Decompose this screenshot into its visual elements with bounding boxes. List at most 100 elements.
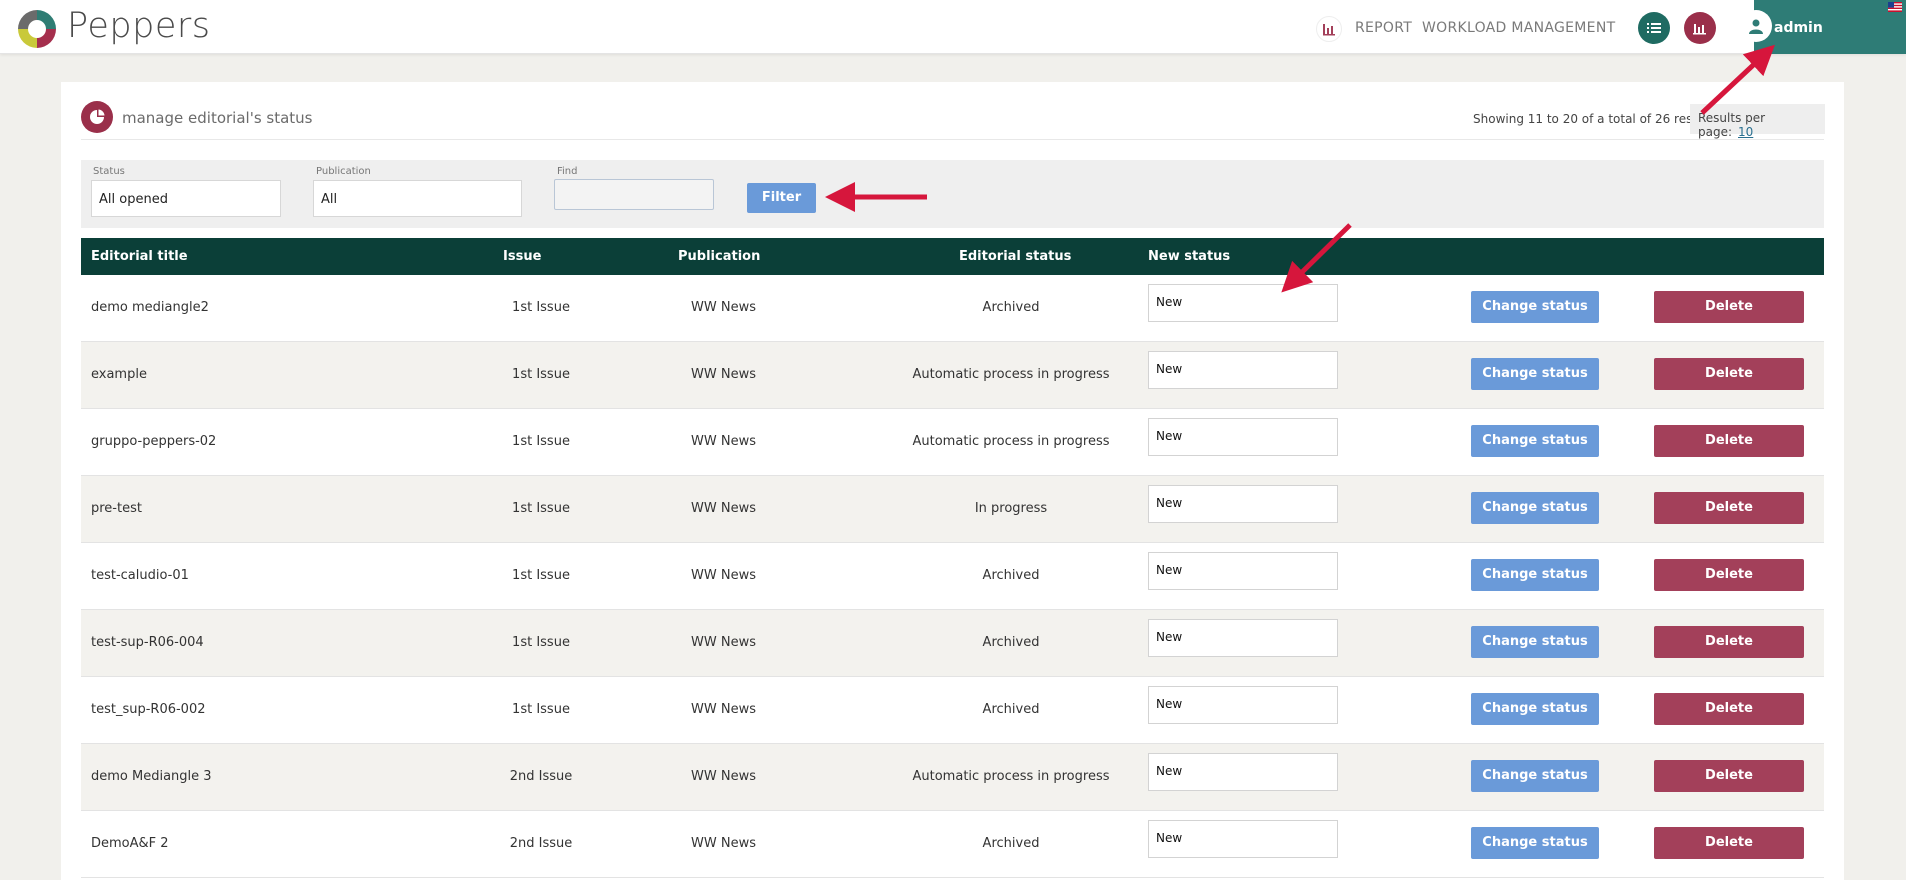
new-status-select[interactable]: New [1148,619,1338,657]
results-summary: Showing 11 to 20 of a total of 26 result… [1473,112,1715,126]
table-row: example 1st Issue WW News Automatic proc… [81,342,1824,409]
editorial-status-cell: Automatic process in progress [912,434,1110,449]
table-row: test-sup-R06-004 1st Issue WW News Archi… [81,610,1824,677]
editorial-status-cell: Automatic process in progress [912,367,1110,382]
editorial-title-cell: DemoA&F 2 [91,836,169,851]
col-issue: Issue [503,249,542,264]
new-status-select[interactable]: New [1148,485,1338,523]
change-status-button[interactable]: Change status [1471,425,1599,457]
table-row: demo Mediangle 3 2nd Issue WW News Autom… [81,744,1824,811]
table-row: pre-test 1st Issue WW News In progress N… [81,476,1824,543]
editorial-status-cell: In progress [974,501,1048,516]
header-divider [81,139,1824,140]
filter-button[interactable]: Filter [747,183,816,213]
results-per-page: Results per page: 10 [1690,104,1825,139]
editorial-status-cell: Automatic process in progress [912,769,1110,784]
change-status-button[interactable]: Change status [1471,559,1599,591]
change-status-button[interactable]: Change status [1471,626,1599,658]
publication-cell: WW News [691,501,756,516]
new-status-select[interactable]: New [1148,552,1338,590]
issue-cell: 1st Issue [512,635,570,650]
publication-cell: WW News [691,434,756,449]
col-editorial-title: Editorial title [91,249,188,264]
new-status-select[interactable]: New [1148,351,1338,389]
issue-cell: 1st Issue [512,702,570,717]
publication-cell: WW News [691,836,756,851]
delete-button[interactable]: Delete [1654,693,1804,725]
user-name: admin [1774,20,1823,36]
editorial-status-cell: Archived [982,836,1040,851]
page-title: manage editorial's status [122,109,313,127]
issue-cell: 1st Issue [512,367,570,382]
delete-button[interactable]: Delete [1654,626,1804,658]
delete-button[interactable]: Delete [1654,492,1804,524]
delete-button[interactable]: Delete [1654,358,1804,390]
publication-cell: WW News [691,635,756,650]
table-header: Editorial title Issue Publication Editor… [81,238,1824,275]
publication-cell: WW News [691,568,756,583]
editorial-title-cell: test-caludio-01 [91,568,189,583]
issue-cell: 1st Issue [512,300,570,315]
col-publication: Publication [678,249,761,264]
issue-cell: 2nd Issue [509,836,573,851]
table-row: test-caludio-01 1st Issue WW News Archiv… [81,543,1824,610]
nav-report-link[interactable]: REPORT [1355,20,1412,36]
new-status-select[interactable]: New [1148,753,1338,791]
col-editorial-status: Editorial status [959,249,1072,264]
chart-view-button[interactable] [1684,12,1716,44]
publication-cell: WW News [691,769,756,784]
editorial-status-cell: Archived [982,300,1040,315]
results-per-page-value-link[interactable]: 10 [1738,125,1753,139]
status-filter-label: Status [93,166,125,177]
editorial-title-cell: example [91,367,147,382]
find-label: Find [557,166,578,177]
delete-button[interactable]: Delete [1654,291,1804,323]
top-header: Peppers REPORT WORKLOAD MANAGEMENT admin [0,0,1906,54]
editorial-title-cell: test-sup-R06-004 [91,635,204,650]
change-status-button[interactable]: Change status [1471,693,1599,725]
table-row: DemoA&F 2 2nd Issue WW News Archived New… [81,811,1824,878]
publication-cell: WW News [691,367,756,382]
delete-button[interactable]: Delete [1654,827,1804,859]
nav-workload-management-link[interactable]: WORKLOAD MANAGEMENT [1422,20,1615,36]
list-icon [1647,23,1661,33]
delete-button[interactable]: Delete [1654,559,1804,591]
table-row: test_sup-R06-002 1st Issue WW News Archi… [81,677,1824,744]
status-filter-select[interactable]: All opened [91,180,281,217]
issue-cell: 1st Issue [512,501,570,516]
user-menu[interactable]: admin [1740,0,1906,54]
us-flag-icon[interactable] [1888,2,1902,12]
change-status-button[interactable]: Change status [1471,760,1599,792]
delete-button[interactable]: Delete [1654,425,1804,457]
issue-cell: 2nd Issue [509,769,573,784]
publication-cell: WW News [691,702,756,717]
find-input[interactable] [554,179,714,210]
peppers-logo-icon [18,10,56,48]
issue-cell: 1st Issue [512,434,570,449]
editorial-status-icon [81,101,113,133]
change-status-button[interactable]: Change status [1471,291,1599,323]
brand-name: Peppers [67,6,211,46]
change-status-button[interactable]: Change status [1471,358,1599,390]
report-bar-chart-icon[interactable] [1316,16,1342,42]
bar-chart-icon [1693,24,1706,35]
editorial-title-cell: pre-test [91,501,142,516]
list-view-button[interactable] [1638,12,1670,44]
editorial-title-cell: demo Mediangle 3 [91,769,212,784]
user-avatar-icon [1740,10,1772,42]
editorial-status-cell: Archived [982,568,1040,583]
new-status-select[interactable]: New [1148,686,1338,724]
publication-filter-select[interactable]: All [313,180,522,217]
new-status-select[interactable]: New [1148,820,1338,858]
publication-filter-label: Publication [316,166,371,177]
delete-button[interactable]: Delete [1654,760,1804,792]
editorial-title-cell: test_sup-R06-002 [91,702,206,717]
new-status-select[interactable]: New [1148,284,1338,322]
editorial-title-cell: demo mediangle2 [91,300,209,315]
issue-cell: 1st Issue [512,568,570,583]
new-status-select[interactable]: New [1148,418,1338,456]
editorial-status-cell: Archived [982,702,1040,717]
change-status-button[interactable]: Change status [1471,827,1599,859]
change-status-button[interactable]: Change status [1471,492,1599,524]
editorial-title-cell: gruppo-peppers-02 [91,434,217,449]
